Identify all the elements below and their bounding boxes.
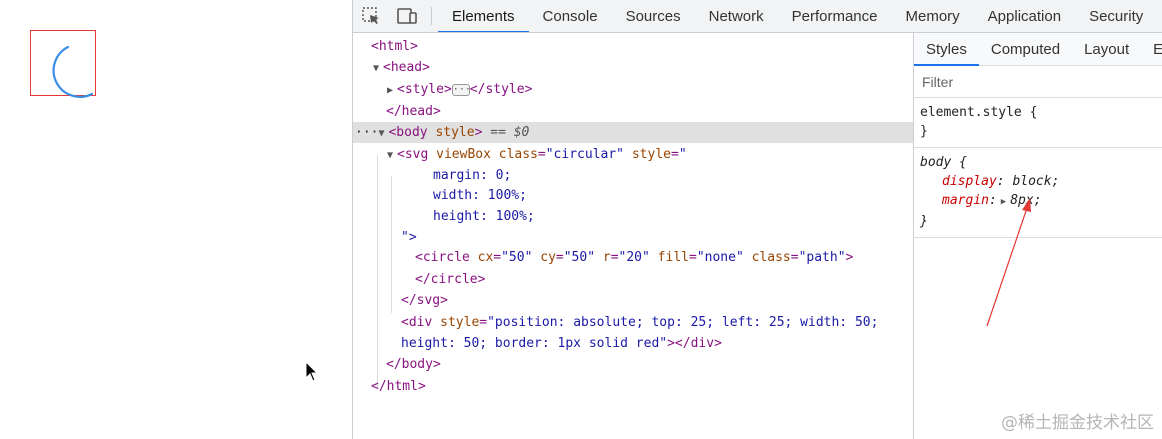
- collapse-triangle-icon[interactable]: ▼: [387, 145, 397, 166]
- tab-network[interactable]: Network: [695, 0, 778, 32]
- expand-triangle-icon[interactable]: ▶: [387, 80, 397, 101]
- tree-node-head-close[interactable]: </head>: [353, 101, 913, 122]
- tab-application[interactable]: Application: [974, 0, 1075, 32]
- expand-triangle-icon[interactable]: ▶: [1001, 193, 1006, 212]
- watermark: @稀土掘金技术社区: [1001, 413, 1154, 433]
- ellipsis-icon[interactable]: ···: [451, 83, 471, 96]
- styles-pane: Styles Computed Layout Ev Filter element…: [913, 33, 1162, 439]
- rule-element-style[interactable]: element.style { }: [914, 98, 1162, 148]
- css-property-margin[interactable]: margin: ▶ 8px;: [920, 191, 1157, 212]
- tree-node-html[interactable]: <html>: [353, 36, 913, 57]
- tab-sources[interactable]: Sources: [612, 0, 695, 32]
- tab-styles[interactable]: Styles: [914, 33, 979, 66]
- svg-style-line: margin: 0;: [433, 168, 512, 183]
- tab-event-listeners[interactable]: Ev: [1141, 33, 1162, 65]
- css-property-display[interactable]: display: block;: [920, 172, 1157, 191]
- tab-computed[interactable]: Computed: [979, 33, 1072, 65]
- devtools-tabbar: Elements Console Sources Network Perform…: [353, 0, 1162, 33]
- mouse-cursor-icon: [305, 361, 319, 382]
- tree-node-body[interactable]: ···▼ <body style> == $0: [353, 122, 913, 143]
- tree-node-html-close[interactable]: </html>: [353, 376, 913, 397]
- tab-layout[interactable]: Layout: [1072, 33, 1141, 65]
- elements-tree: <html> ▼ <head> ▶ <style>···</style> </hea…: [353, 33, 913, 439]
- styles-subtabs: Styles Computed Layout Ev: [914, 33, 1162, 66]
- devtools-panel: Elements Console Sources Network Perform…: [352, 0, 1162, 439]
- tab-elements[interactable]: Elements: [438, 0, 529, 32]
- circular-spinner: [52, 45, 94, 98]
- toolbar-divider: [431, 7, 432, 25]
- tab-memory[interactable]: Memory: [892, 0, 974, 32]
- inspect-element-icon[interactable]: [353, 0, 389, 32]
- device-toolbar-icon[interactable]: [389, 0, 425, 32]
- page-preview: [0, 0, 352, 439]
- tab-security[interactable]: Security: [1075, 0, 1157, 32]
- rule-body[interactable]: body { display: block; margin: ▶ 8px; }: [914, 148, 1162, 238]
- svg-style-line: width: 100%;: [433, 188, 527, 203]
- tree-node-circle[interactable]: <circle cx="50" cy="50" r="20" fill="non…: [353, 247, 913, 268]
- svg-style-line: height: 100%;: [433, 209, 535, 224]
- tree-node-svg[interactable]: ▼ <svg viewBox class="circular" style=": [353, 144, 913, 165]
- tree-node-head[interactable]: ▼ <head>: [353, 57, 913, 78]
- svg-style-close: ">: [401, 230, 417, 245]
- collapse-triangle-icon[interactable]: ▼: [378, 123, 388, 144]
- tab-console[interactable]: Console: [529, 0, 612, 32]
- more-options-icon[interactable]: ···: [355, 125, 378, 140]
- tree-node-style[interactable]: ▶ <style>···</style>: [353, 79, 913, 100]
- tree-node-body-close[interactable]: </body>: [353, 354, 913, 375]
- styles-filter-input[interactable]: Filter: [914, 66, 1162, 98]
- tab-performance[interactable]: Performance: [778, 0, 892, 32]
- tree-node-div[interactable]: <div style="position: absolute; top: 25;…: [353, 312, 913, 333]
- tree-node-svg-close[interactable]: </svg>: [353, 290, 913, 311]
- collapse-triangle-icon[interactable]: ▼: [373, 58, 383, 79]
- tree-node-circle-close[interactable]: </circle>: [353, 269, 913, 290]
- tree-node-div-cont[interactable]: height: 50; border: 1px solid red"></div…: [353, 333, 913, 354]
